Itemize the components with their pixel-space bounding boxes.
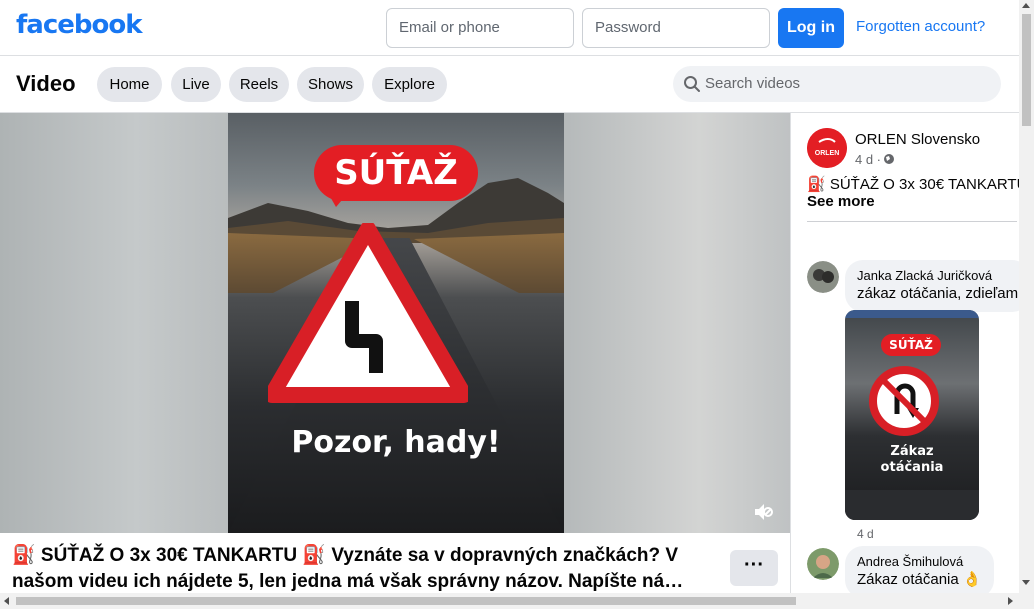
divider [807,221,1017,222]
login-button[interactable]: Log in [778,8,844,48]
search-placeholder: Search videos [705,75,801,92]
tab-home[interactable]: Home [97,67,162,102]
globe-icon [884,154,894,164]
scroll-right-icon[interactable] [1008,597,1013,605]
scrollbar-thumb[interactable] [16,597,796,605]
tab-shows[interactable]: Shows [297,67,364,102]
comment-text: Zákaz otáčania 👌 [857,571,982,588]
comment-bubble: Janka Zlacká Juričková zákaz otáčania, z… [845,260,1019,312]
video-title: ⛽ SÚŤAŽ O 3x 30€ TANKARTU ⛽ Vyznáte sa v… [12,545,684,592]
video-blur-right [563,113,790,533]
tab-reels[interactable]: Reels [229,67,289,102]
comment-text: zákaz otáčania, zdieľam [857,285,1019,302]
no-u-turn-sign-icon [869,366,939,436]
scroll-left-icon[interactable] [4,597,9,605]
video-frame[interactable]: SÚŤAŽ Pozor, hady! [228,113,564,533]
comment-image-bubble: SÚŤAŽ [881,334,941,356]
orlen-avatar[interactable]: ORLEN [807,128,847,168]
comment-time[interactable]: 4 d [857,527,874,541]
tab-explore[interactable]: Explore [372,67,447,102]
video-nav-bar: Video Home Live Reels Shows Explore Sear… [0,57,1019,113]
commenter-avatar[interactable] [807,548,839,580]
page-name[interactable]: ORLEN Slovensko [855,131,980,148]
sound-off-icon[interactable] [752,501,774,523]
top-bar: facebook Email or phone Password Log in … [0,0,1019,56]
post-text: ⛽ SÚŤAŽ O 3x 30€ TANKARTU [807,176,1019,193]
comment-image-caption: Zákaz otáčania [845,444,979,476]
scroll-up-icon[interactable] [1022,3,1030,8]
image-top-strip [845,310,979,318]
post-panel: ORLEN ORLEN Slovensko 4 d · ⛽ SÚŤAŽ O 3x… [790,113,1019,593]
bubble-tail [328,193,348,207]
video-blur-left [0,113,228,533]
scrollbar-thumb[interactable] [1022,14,1031,126]
comment-image-caption-line2: otáčania [880,460,944,475]
commenter-avatar[interactable] [807,261,839,293]
facebook-logo[interactable]: facebook [16,10,143,40]
comment-image-caption-line1: Zákaz [890,444,934,459]
forgotten-account-link[interactable]: Forgotten account? [856,18,985,35]
vertical-scrollbar[interactable] [1019,0,1034,609]
password-field[interactable]: Password [582,8,770,48]
video-player[interactable]: SÚŤAŽ Pozor, hady! [0,113,790,533]
comment-attached-image[interactable]: SÚŤAŽ Zákaz otáčania [845,310,979,520]
comment-bubble: Andrea Šmihulová Zákaz otáčania 👌 [845,546,994,593]
warning-sign-icon [268,223,468,403]
comment-author[interactable]: Janka Zlacká Juričková [857,268,1018,284]
comment-author[interactable]: Andrea Šmihulová [857,554,982,570]
more-options-button[interactable]: ··· [730,550,778,586]
comment-image-footer [845,490,979,520]
page-title: Video [16,71,76,96]
see-more-link[interactable]: See more [807,193,875,210]
post-time[interactable]: 4 d · [855,152,881,167]
tab-live[interactable]: Live [171,67,221,102]
scroll-down-icon[interactable] [1022,580,1030,585]
svg-text:ORLEN: ORLEN [815,150,840,157]
email-field[interactable]: Email or phone [386,8,574,48]
search-icon [684,76,700,92]
video-title-row: ⛽ SÚŤAŽ O 3x 30€ TANKARTU ⛽ Vyznáte sa v… [0,533,790,593]
search-videos-input[interactable]: Search videos [673,66,1001,102]
video-caption: Pozor, hady! [291,425,501,460]
horizontal-scrollbar[interactable] [0,593,1019,609]
